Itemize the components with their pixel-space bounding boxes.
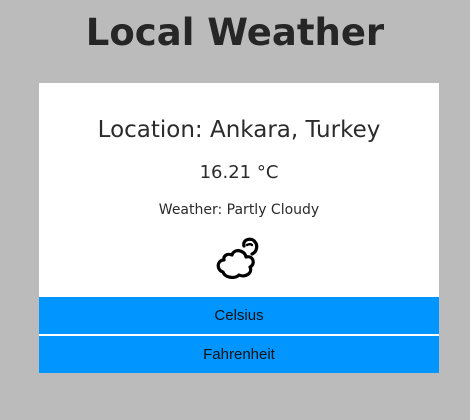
weather-description: Weather: Partly Cloudy	[158, 202, 320, 218]
celsius-button[interactable]: Celsius	[39, 297, 439, 334]
location-text: Location: Ankara, Turkey	[97, 117, 381, 143]
page: Local Weather Location: Ankara, Turkey 1…	[0, 0, 470, 420]
weather-card: Location: Ankara, Turkey 16.21 °C Weathe…	[39, 83, 439, 373]
temperature-text: 16.21 °C	[199, 162, 279, 183]
fahrenheit-button[interactable]: Fahrenheit	[39, 336, 439, 373]
partly-cloudy-icon	[216, 237, 259, 279]
page-title: Local Weather	[85, 11, 385, 54]
